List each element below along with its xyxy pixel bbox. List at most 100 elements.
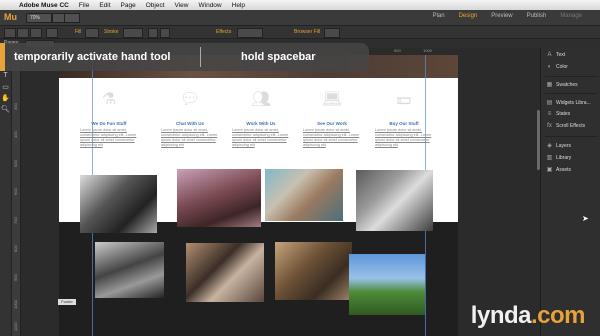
photo-tin-can-phone[interactable]	[265, 169, 343, 221]
scroll-effects-icon: fx	[547, 123, 552, 129]
control-strip: Fill Stroke Effects Browser Fill	[0, 26, 600, 39]
menu-file[interactable]: File	[74, 2, 94, 9]
zoom-select[interactable]: 70%	[26, 13, 52, 23]
feature-column[interactable]: 👥︎ Work With Us Lorem ipsum dolor sit am…	[232, 91, 290, 148]
feature-title: Chat With Us	[176, 121, 204, 126]
panel-item-widgets[interactable]: ▤ Widgets Libra...	[546, 99, 591, 107]
rect-tool-button[interactable]	[46, 28, 58, 38]
corner-radius-icon[interactable]	[148, 28, 158, 38]
opacity-icon[interactable]	[160, 28, 170, 38]
panel-item-text[interactable]: A Text	[546, 52, 565, 58]
panel-item-swatches[interactable]: ▦ Swatches	[546, 81, 578, 89]
flask-icon: ⚗	[101, 91, 117, 108]
crop-tool-button[interactable]	[17, 28, 29, 38]
tools-panel: T ▭ ✋ 🔍︎	[0, 72, 12, 336]
rectangle-tool-icon[interactable]: ▭	[0, 83, 11, 94]
menu-help[interactable]: Help	[227, 2, 250, 9]
mode-switcher: Plan Design Preview Publish Manage	[433, 13, 582, 19]
footer-badge[interactable]: Footer	[58, 299, 76, 305]
feature-body: Lorem ipsum dolor sit amet, consectetur …	[161, 128, 218, 147]
photo-boxing-couple[interactable]	[186, 243, 264, 302]
laptop-icon: 💻︎	[321, 91, 343, 108]
ruler-mark: 1100	[13, 322, 18, 331]
panel-item-states[interactable]: ≡ States	[546, 111, 570, 117]
feature-body: Lorem ipsum dolor sit amet, consectetur …	[303, 128, 360, 147]
panel-item-scroll-effects[interactable]: fx Scroll Effects	[546, 123, 585, 129]
feature-body: Lorem ipsum dolor sit amet, consectetur …	[80, 128, 137, 147]
mode-publish[interactable]: Publish	[527, 13, 547, 19]
hand-tool-icon[interactable]: ✋	[0, 94, 11, 105]
panel-divider	[545, 76, 597, 77]
lynda-watermark: lynda.com	[470, 302, 586, 329]
text-tool-icon[interactable]: T	[0, 72, 11, 83]
ruler-mark: 500	[13, 160, 18, 167]
selection-tool-button[interactable]	[4, 28, 16, 38]
chat-bubble-icon: 💬︎	[179, 91, 201, 108]
mode-preview[interactable]: Preview	[491, 13, 512, 19]
photo-old-car[interactable]	[95, 242, 164, 298]
text-icon: A	[547, 52, 552, 58]
overlay-divider	[200, 47, 201, 67]
muse-logo: Mu	[4, 12, 17, 22]
panel-divider	[545, 93, 597, 94]
browser-fill-label[interactable]: Browser Fill	[294, 29, 320, 35]
widgets-icon: ▤	[546, 100, 553, 106]
ruler-mark: 900	[13, 274, 18, 281]
menu-app-name[interactable]: Adobe Muse CC	[14, 2, 74, 9]
zoom-tool-icon[interactable]: 🔍︎	[0, 105, 11, 116]
ruler-mark: 400	[13, 131, 18, 138]
feature-body: Lorem ipsum dolor sit amet, consectetur …	[232, 128, 289, 147]
shortcut-overlay: temporarily activate hand tool hold spac…	[0, 43, 369, 71]
ruler-mark: 1000	[423, 48, 432, 53]
menu-window[interactable]: Window	[194, 2, 227, 9]
menu-page[interactable]: Page	[116, 2, 141, 9]
ruler-mark: 900	[394, 48, 401, 53]
ruler-mark: 800	[13, 245, 18, 252]
menu-edit[interactable]: Edit	[94, 2, 115, 9]
browser-fill-swatch[interactable]	[324, 28, 340, 38]
menu-bar: Adobe Muse CC File Edit Page Object View…	[0, 0, 600, 10]
ruler-mark: 700	[13, 217, 18, 224]
mode-design[interactable]: Design	[459, 13, 478, 19]
feature-title: See Our Work	[317, 121, 347, 126]
photo-barn-field[interactable]	[349, 254, 425, 315]
feature-column[interactable]: 💻︎ See Our Work Lorem ipsum dolor sit am…	[303, 91, 361, 148]
stroke-width-field[interactable]	[123, 28, 143, 38]
feature-body: Lorem ipsum dolor sit amet, consectetur …	[375, 128, 432, 147]
effects-field[interactable]	[237, 28, 263, 38]
photo-camera[interactable]	[356, 170, 433, 231]
layers-icon: ◈	[547, 143, 552, 149]
menu-view[interactable]: View	[170, 2, 194, 9]
people-icon: 👥︎	[250, 91, 272, 108]
menu-object[interactable]: Object	[141, 2, 170, 9]
swatches-icon: ▦	[546, 82, 553, 88]
text-tool-button[interactable]	[30, 28, 42, 38]
photo-vintage-truck[interactable]	[177, 169, 261, 227]
feature-title: Buy Our Stuff	[389, 121, 419, 126]
panel-divider	[545, 136, 597, 137]
fill-label[interactable]: Fill	[75, 29, 81, 35]
feature-column[interactable]: ⚗ We Do Fun Stuff Lorem ipsum dolor sit …	[80, 91, 138, 148]
mode-plan[interactable]: Plan	[433, 13, 445, 19]
effects-label[interactable]: Effects	[216, 29, 231, 35]
overlay-action-text: temporarily activate hand tool	[14, 51, 171, 63]
mode-manage[interactable]: Manage	[560, 13, 582, 19]
panel-item-layers[interactable]: ◈ Layers	[546, 142, 571, 150]
ruler-mark: 600	[13, 188, 18, 195]
assets-icon: ▣	[546, 167, 553, 173]
panel-item-assets[interactable]: ▣ Assets	[546, 166, 571, 174]
mouse-cursor-icon: ➤	[582, 214, 589, 223]
photo-bicycles[interactable]	[275, 242, 352, 300]
states-icon: ≡	[547, 111, 552, 117]
layout-button[interactable]	[64, 13, 80, 23]
color-icon: ◐	[547, 64, 552, 70]
money-icon: 💵︎	[396, 91, 412, 108]
panel-item-library[interactable]: ▥ Library	[546, 154, 572, 162]
feature-column[interactable]: 💵︎ Buy Our Stuff Lorem ipsum dolor sit a…	[375, 91, 433, 148]
fill-swatch[interactable]	[85, 28, 99, 38]
ruler-mark: 1000	[13, 300, 18, 309]
feature-column[interactable]: 💬︎ Chat With Us Lorem ipsum dolor sit am…	[161, 91, 219, 148]
stroke-label[interactable]: Stroke	[104, 29, 118, 35]
panel-item-color[interactable]: ◐ Color	[546, 64, 568, 70]
photo-bulldog[interactable]	[80, 175, 157, 233]
